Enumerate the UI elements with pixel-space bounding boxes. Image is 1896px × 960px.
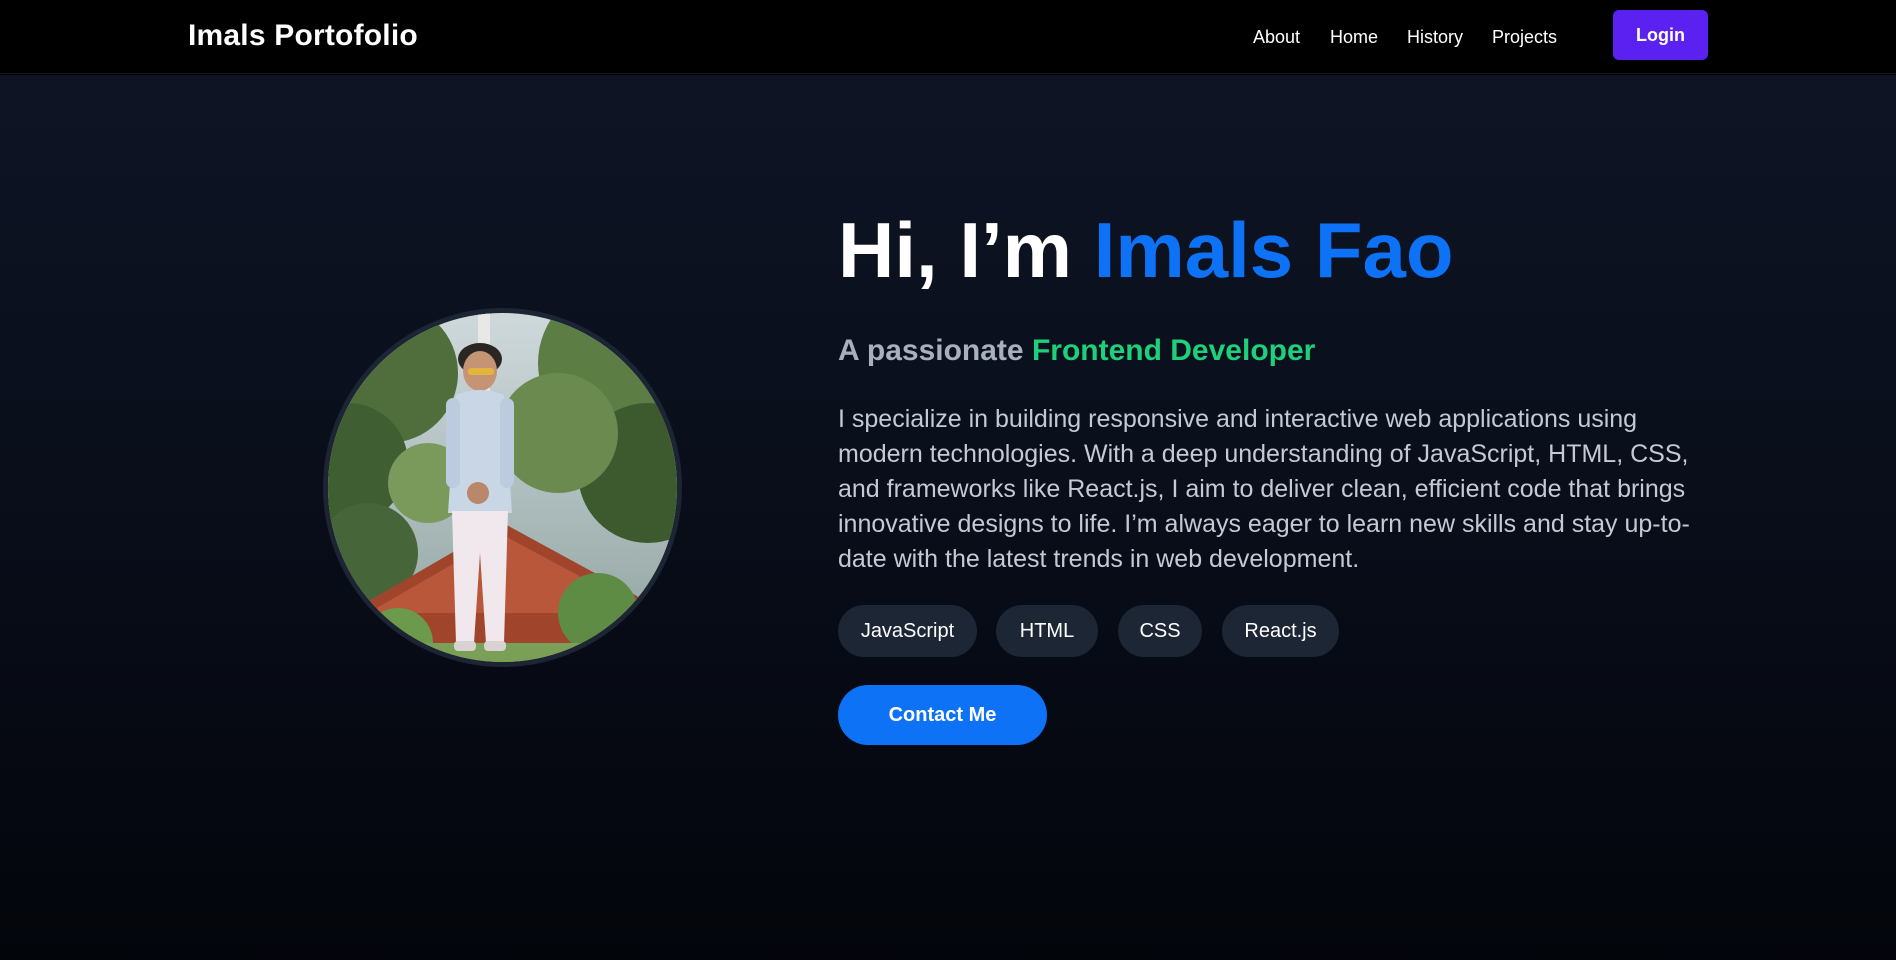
brand-logo-text[interactable]: Imals Portofolio (188, 18, 418, 54)
skill-chip-javascript: JavaScript (838, 605, 977, 657)
nav-link-projects[interactable]: Projects (1492, 26, 1557, 48)
nav-link-about[interactable]: About (1253, 26, 1300, 48)
skill-chip-reactjs: React.js (1222, 605, 1339, 657)
name-text: Imals Fao (1093, 206, 1454, 294)
profile-photo (323, 308, 682, 667)
bio-paragraph: I specialize in building responsive and … (838, 405, 1690, 573)
hero-subtitle: A passionate Frontend Developer (838, 333, 1315, 369)
nav-link-history[interactable]: History (1407, 26, 1463, 48)
skill-chip-html: HTML (996, 605, 1098, 657)
skill-chip-css: CSS (1118, 605, 1202, 657)
role-text: Frontend Developer (1031, 334, 1316, 367)
login-button[interactable]: Login (1613, 10, 1708, 60)
subtitle-prefix: A passionate (838, 334, 1032, 367)
hero-headline: Hi, I’m Imals Fao (838, 205, 1454, 295)
top-navbar: Imals Portofolio About Home History Proj… (0, 0, 1896, 74)
greeting-text: Hi, I’m (838, 206, 1094, 294)
contact-me-button[interactable]: Contact Me (838, 685, 1047, 745)
nav-link-home[interactable]: Home (1330, 26, 1378, 48)
